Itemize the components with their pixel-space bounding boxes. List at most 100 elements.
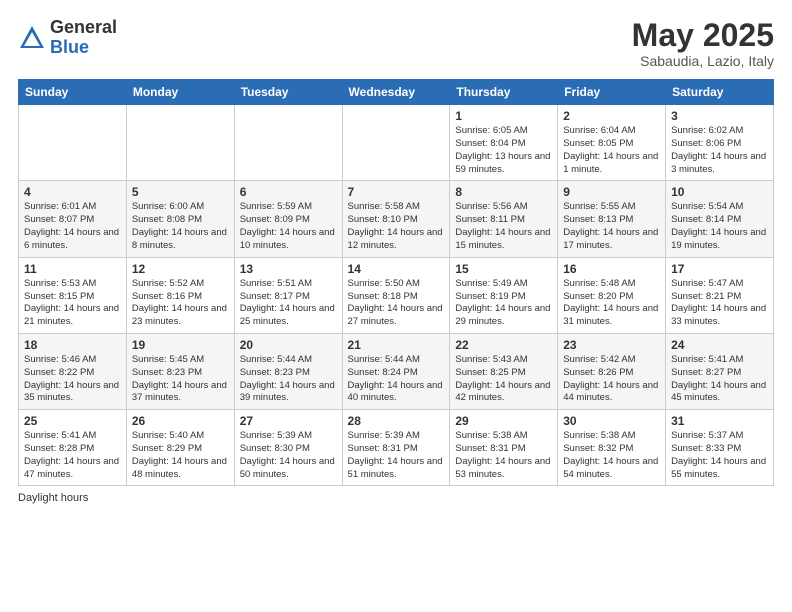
calendar-cell: 2Sunrise: 6:04 AM Sunset: 8:05 PM Daylig… [558, 105, 666, 181]
calendar-cell: 13 Sunrise: 5:51 AM Sunset: 8:17 PM Dayli… [234, 257, 342, 333]
col-header-sunday: Sunday [19, 80, 127, 105]
day-info: Sunrise: 5:51 AM Sunset: 8:17 PM Dayligh… [240, 278, 337, 329]
calendar-cell: 11 Sunrise: 5:53 AM Sunset: 8:15 PM Dayli… [19, 257, 127, 333]
footer-note: Daylight hours [18, 492, 774, 504]
day-number: 27 [240, 414, 337, 428]
day-number: 12 [132, 262, 229, 276]
day-number: 3 [671, 109, 768, 123]
day-info: Sunrise: 5:44 AM Sunset: 8:24 PM Dayligh… [348, 354, 445, 405]
calendar-cell: 10Sunrise: 5:54 AM Sunset: 8:14 PM Dayli… [666, 181, 774, 257]
calendar-cell: 29 Sunrise: 5:38 AM Sunset: 8:31 PM Dayli… [450, 410, 558, 486]
calendar-cell: 19Sunrise: 5:45 AM Sunset: 8:23 PM Dayli… [126, 333, 234, 409]
calendar-cell: 24 Sunrise: 5:41 AM Sunset: 8:27 PM Dayli… [666, 333, 774, 409]
col-header-friday: Friday [558, 80, 666, 105]
calendar-header-row: SundayMondayTuesdayWednesdayThursdayFrid… [19, 80, 774, 105]
calendar-cell: 3 Sunrise: 6:02 AM Sunset: 8:06 PM Daylig… [666, 105, 774, 181]
day-number: 7 [348, 185, 445, 199]
day-info: Sunrise: 5:39 AM Sunset: 8:31 PM Dayligh… [348, 430, 445, 481]
calendar-cell: 31 Sunrise: 5:37 AM Sunset: 8:33 PM Dayli… [666, 410, 774, 486]
day-number: 1 [455, 109, 552, 123]
day-number: 8 [455, 185, 552, 199]
day-info: Sunrise: 5:53 AM Sunset: 8:15 PM Dayligh… [24, 278, 121, 329]
day-number: 30 [563, 414, 660, 428]
calendar-cell: 7 Sunrise: 5:58 AM Sunset: 8:10 PM Daylig… [342, 181, 450, 257]
calendar-cell: 25 Sunrise: 5:41 AM Sunset: 8:28 PM Dayli… [19, 410, 127, 486]
day-number: 24 [671, 338, 768, 352]
calendar-cell: 6 Sunrise: 5:59 AM Sunset: 8:09 PM Daylig… [234, 181, 342, 257]
day-info: Sunrise: 5:58 AM Sunset: 8:10 PM Dayligh… [348, 201, 445, 252]
calendar-cell [342, 105, 450, 181]
day-info: Sunrise: 6:00 AM Sunset: 8:08 PM Dayligh… [132, 201, 229, 252]
calendar-week-4: 18Sunrise: 5:46 AM Sunset: 8:22 PM Dayli… [19, 333, 774, 409]
day-number: 13 [240, 262, 337, 276]
day-info: Sunrise: 5:40 AM Sunset: 8:29 PM Dayligh… [132, 430, 229, 481]
calendar-cell: 18Sunrise: 5:46 AM Sunset: 8:22 PM Dayli… [19, 333, 127, 409]
day-number: 19 [132, 338, 229, 352]
day-number: 4 [24, 185, 121, 199]
calendar-cell: 28 Sunrise: 5:39 AM Sunset: 8:31 PM Dayli… [342, 410, 450, 486]
day-info: Sunrise: 6:05 AM Sunset: 8:04 PM Dayligh… [455, 125, 552, 176]
calendar-cell: 22 Sunrise: 5:43 AM Sunset: 8:25 PM Dayli… [450, 333, 558, 409]
calendar-cell: 12 Sunrise: 5:52 AM Sunset: 8:16 PM Dayli… [126, 257, 234, 333]
calendar-table: SundayMondayTuesdayWednesdayThursdayFrid… [18, 79, 774, 486]
day-info: Sunrise: 5:42 AM Sunset: 8:26 PM Dayligh… [563, 354, 660, 405]
calendar-cell: 15 Sunrise: 5:49 AM Sunset: 8:19 PM Dayli… [450, 257, 558, 333]
day-info: Sunrise: 5:44 AM Sunset: 8:23 PM Dayligh… [240, 354, 337, 405]
calendar-cell: 4 Sunrise: 6:01 AM Sunset: 8:07 PM Daylig… [19, 181, 127, 257]
day-info: Sunrise: 5:52 AM Sunset: 8:16 PM Dayligh… [132, 278, 229, 329]
col-header-saturday: Saturday [666, 80, 774, 105]
day-number: 17 [671, 262, 768, 276]
day-number: 23 [563, 338, 660, 352]
calendar-week-5: 25 Sunrise: 5:41 AM Sunset: 8:28 PM Dayli… [19, 410, 774, 486]
day-info: Sunrise: 5:38 AM Sunset: 8:32 PM Dayligh… [563, 430, 660, 481]
calendar-cell: 30 Sunrise: 5:38 AM Sunset: 8:32 PM Dayli… [558, 410, 666, 486]
day-number: 28 [348, 414, 445, 428]
col-header-wednesday: Wednesday [342, 80, 450, 105]
day-info: Sunrise: 5:48 AM Sunset: 8:20 PM Dayligh… [563, 278, 660, 329]
day-number: 29 [455, 414, 552, 428]
day-info: Sunrise: 5:46 AM Sunset: 8:22 PM Dayligh… [24, 354, 121, 405]
day-number: 6 [240, 185, 337, 199]
calendar-cell: 16 Sunrise: 5:48 AM Sunset: 8:20 PM Dayli… [558, 257, 666, 333]
day-number: 22 [455, 338, 552, 352]
calendar-cell: 21Sunrise: 5:44 AM Sunset: 8:24 PM Dayli… [342, 333, 450, 409]
day-info: Sunrise: 5:59 AM Sunset: 8:09 PM Dayligh… [240, 201, 337, 252]
day-number: 5 [132, 185, 229, 199]
day-info: Sunrise: 5:41 AM Sunset: 8:28 PM Dayligh… [24, 430, 121, 481]
day-info: Sunrise: 5:47 AM Sunset: 8:21 PM Dayligh… [671, 278, 768, 329]
day-number: 31 [671, 414, 768, 428]
header: General Blue May 2025 Sabaudia, Lazio, I… [18, 18, 774, 69]
day-info: Sunrise: 5:41 AM Sunset: 8:27 PM Dayligh… [671, 354, 768, 405]
calendar-week-3: 11 Sunrise: 5:53 AM Sunset: 8:15 PM Dayli… [19, 257, 774, 333]
calendar-week-2: 4 Sunrise: 6:01 AM Sunset: 8:07 PM Daylig… [19, 181, 774, 257]
day-info: Sunrise: 5:38 AM Sunset: 8:31 PM Dayligh… [455, 430, 552, 481]
calendar-cell [234, 105, 342, 181]
day-info: Sunrise: 5:50 AM Sunset: 8:18 PM Dayligh… [348, 278, 445, 329]
calendar-cell [126, 105, 234, 181]
day-info: Sunrise: 5:49 AM Sunset: 8:19 PM Dayligh… [455, 278, 552, 329]
day-info: Sunrise: 5:39 AM Sunset: 8:30 PM Dayligh… [240, 430, 337, 481]
day-info: Sunrise: 6:01 AM Sunset: 8:07 PM Dayligh… [24, 201, 121, 252]
day-number: 11 [24, 262, 121, 276]
day-number: 25 [24, 414, 121, 428]
day-number: 16 [563, 262, 660, 276]
col-header-tuesday: Tuesday [234, 80, 342, 105]
calendar-cell: 23 Sunrise: 5:42 AM Sunset: 8:26 PM Dayli… [558, 333, 666, 409]
calendar-cell: 20Sunrise: 5:44 AM Sunset: 8:23 PM Dayli… [234, 333, 342, 409]
logo-general: General [50, 18, 117, 38]
calendar-week-1: 1 Sunrise: 6:05 AM Sunset: 8:04 PM Daylig… [19, 105, 774, 181]
col-header-thursday: Thursday [450, 80, 558, 105]
page: General Blue May 2025 Sabaudia, Lazio, I… [0, 0, 792, 612]
calendar-cell: 5 Sunrise: 6:00 AM Sunset: 8:08 PM Daylig… [126, 181, 234, 257]
calendar-cell [19, 105, 127, 181]
logo-text: General Blue [50, 18, 117, 58]
day-info: Sunrise: 5:55 AM Sunset: 8:13 PM Dayligh… [563, 201, 660, 252]
col-header-monday: Monday [126, 80, 234, 105]
calendar-cell: 1 Sunrise: 6:05 AM Sunset: 8:04 PM Daylig… [450, 105, 558, 181]
month-title: May 2025 [632, 18, 774, 53]
day-info: Sunrise: 5:43 AM Sunset: 8:25 PM Dayligh… [455, 354, 552, 405]
calendar-cell: 8Sunrise: 5:56 AM Sunset: 8:11 PM Daylig… [450, 181, 558, 257]
day-info: Sunrise: 6:02 AM Sunset: 8:06 PM Dayligh… [671, 125, 768, 176]
day-number: 15 [455, 262, 552, 276]
day-info: Sunrise: 5:37 AM Sunset: 8:33 PM Dayligh… [671, 430, 768, 481]
